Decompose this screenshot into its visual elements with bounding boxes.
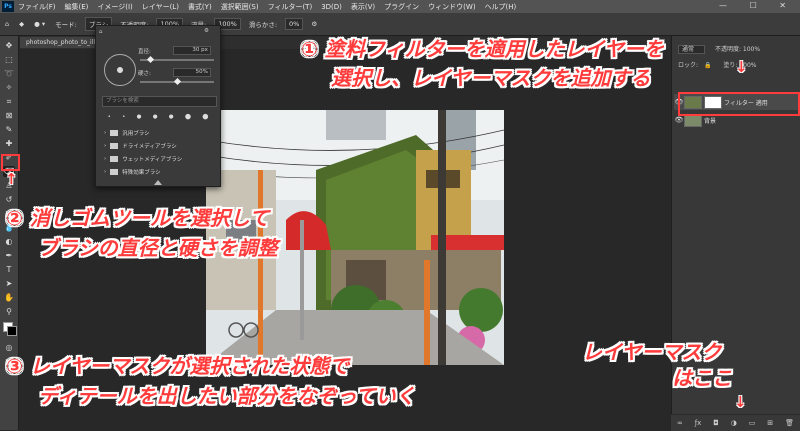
eraser-tool-icon: ◆ [19, 20, 25, 28]
background-color-swatch[interactable] [7, 326, 17, 336]
menu-plugins[interactable]: プラグイン [384, 2, 419, 12]
hardness-label: 硬さ: [138, 70, 151, 77]
blend-mode-select[interactable]: 通常 [678, 45, 706, 54]
menu-3d[interactable]: 3D(D) [321, 3, 342, 11]
annotation-step1-line2: 選択し、レイヤーマスクを追加する [331, 66, 651, 90]
menu-filter[interactable]: フィルター(T) [268, 2, 313, 12]
window-controls[interactable]: — ☐ ✕ [719, 1, 796, 10]
layer-opacity-label: 不透明度: [714, 46, 741, 53]
new-layer-icon[interactable]: ⊞ [767, 419, 773, 427]
brush-preset-icon[interactable]: • [122, 114, 125, 120]
menu-file[interactable]: ファイル(F) [18, 2, 56, 12]
brush-folder[interactable]: › ウェットメディアブラシ [104, 154, 212, 164]
home-icon[interactable]: ⌂ [5, 20, 9, 28]
fx-icon[interactable]: ƒx [695, 419, 702, 427]
diameter-label: 直径: [138, 48, 151, 55]
add-layer-mask-icon[interactable]: ◘ [713, 419, 719, 427]
brush-preset-picker[interactable]: ● ▾ [34, 20, 45, 28]
pen-tool-icon[interactable]: ✒ [3, 250, 15, 261]
link-layers-icon[interactable]: ∞ [677, 419, 683, 427]
annotation-step3-line2: ディテールを出したい部分をなぞっていく [38, 384, 416, 408]
type-tool-icon[interactable]: T [3, 264, 15, 275]
folder-icon [110, 143, 119, 149]
diameter-slider[interactable] [140, 55, 214, 64]
delete-layer-icon[interactable]: 🗑 [785, 419, 794, 427]
mode-label: モード: [55, 21, 77, 29]
crop-tool-icon[interactable]: ⌗ [3, 96, 15, 107]
frame-tool-icon[interactable]: ⊠ [3, 110, 15, 121]
menu-select[interactable]: 選択範囲(S) [221, 2, 259, 12]
menu-type[interactable]: 書式(Y) [188, 2, 212, 12]
quick-select-tool-icon[interactable]: ✧ [3, 82, 15, 93]
hand-tool-icon[interactable]: ✋ [3, 292, 15, 303]
new-group-icon[interactable]: ▭ [749, 419, 756, 427]
brush-search-input[interactable]: ブラシを検索 [102, 96, 217, 107]
annotation-step1: ① 塗料フィルターを適用したレイヤーを [301, 37, 664, 61]
healing-tool-icon[interactable]: ✚ [3, 138, 15, 149]
visibility-eye-icon[interactable]: 👁 [674, 116, 684, 124]
brush-preset-icon[interactable]: • [108, 114, 111, 120]
path-select-tool-icon[interactable]: ➤ [3, 278, 15, 289]
annotation-step2: ② 消しゴムツールを選択して [6, 206, 270, 230]
folder-icon [110, 130, 119, 136]
brush-preset-icon[interactable]: ⬤ [185, 114, 191, 120]
menu-layer[interactable]: レイヤー(L) [142, 2, 179, 12]
annotation-step3: ③ レイヤーマスクが選択された状態で [6, 354, 350, 378]
layer-opacity-field[interactable]: 100% [743, 46, 760, 53]
brush-preset-popup: ⌂ ⚙ 直径: 30 px 硬さ: 50% ブラシを検索 • • ● ● ● ⬤… [95, 25, 221, 187]
arrow-to-layer-icon: ↓ [735, 58, 748, 76]
brush-folder[interactable]: › ドライメディアブラシ [104, 141, 212, 151]
menu-window[interactable]: ウィンドウ(W) [428, 2, 475, 12]
menu-help[interactable]: ヘルプ(H) [485, 2, 517, 12]
hardness-slider-handle[interactable] [173, 77, 182, 86]
highlight-selected-layer [678, 92, 800, 116]
adjustment-layer-icon[interactable]: ◑ [731, 419, 737, 427]
menu-view[interactable]: 表示(V) [351, 2, 375, 12]
settings-gear-icon[interactable]: ⚙ [311, 20, 317, 28]
lock-icon[interactable]: 🔒 [704, 62, 711, 69]
recent-brushes-row: • • ● ● ● ⬤ ⬤ [102, 110, 214, 124]
photoshop-logo: Ps [2, 1, 14, 12]
arrow-to-mask-button-icon: ↓ [734, 393, 747, 411]
smooth-field[interactable]: 0% [285, 18, 304, 30]
brush-preset-icon[interactable]: ⬤ [202, 114, 208, 120]
lasso-tool-icon[interactable]: ➰ [3, 68, 15, 79]
brush-folder[interactable]: › 汎用ブラシ [104, 128, 212, 138]
popup-resize-handle[interactable] [154, 180, 162, 185]
brush-preset-icon[interactable]: ● [169, 114, 174, 120]
layers-panel-footer: ∞ ƒx ◘ ◑ ▭ ⊞ 🗑 [671, 414, 800, 431]
marquee-tool-icon[interactable]: ⬚ [3, 54, 15, 65]
brush-preset-icon[interactable]: ● [153, 114, 158, 120]
popup-gear-icon[interactable]: ⚙ [204, 28, 209, 34]
menu-edit[interactable]: 編集(E) [65, 2, 89, 12]
annotation-mask-line1: レイヤーマスク [582, 340, 722, 364]
move-tool-icon[interactable]: ✥ [3, 40, 15, 51]
dodge-tool-icon[interactable]: ◐ [3, 236, 15, 247]
lock-label: ロック: [678, 62, 699, 69]
diameter-field[interactable]: 30 px [172, 46, 211, 55]
smooth-label: 滑らかさ: [248, 21, 278, 29]
popup-home-icon[interactable]: ⌂ [99, 29, 103, 35]
highlight-eraser-tool [1, 154, 20, 171]
menu-image[interactable]: イメージ(I) [97, 2, 132, 12]
menu-bar: Ps ファイル(F) 編集(E) イメージ(I) レイヤー(L) 書式(Y) 選… [0, 0, 800, 13]
brush-angle-dial[interactable] [104, 54, 136, 86]
brush-preset-icon[interactable]: ● [137, 114, 142, 120]
annotation-step2-line2: ブラシの直径と硬さを調整 [38, 236, 278, 260]
arrow-to-eraser-icon: ↑ [5, 170, 18, 188]
annotation-mask-line2: はここ [672, 366, 732, 390]
layer-name: 背景 [704, 117, 717, 125]
folder-icon [110, 169, 119, 175]
brush-folder[interactable]: › 特殊効果ブラシ [104, 167, 212, 177]
folder-icon [110, 156, 119, 162]
zoom-tool-icon[interactable]: ⚲ [3, 306, 15, 317]
hardness-slider[interactable] [140, 77, 214, 86]
eyedropper-tool-icon[interactable]: ✎ [3, 124, 15, 135]
diameter-slider-handle[interactable] [146, 55, 155, 64]
hardness-field[interactable]: 50% [172, 68, 211, 77]
